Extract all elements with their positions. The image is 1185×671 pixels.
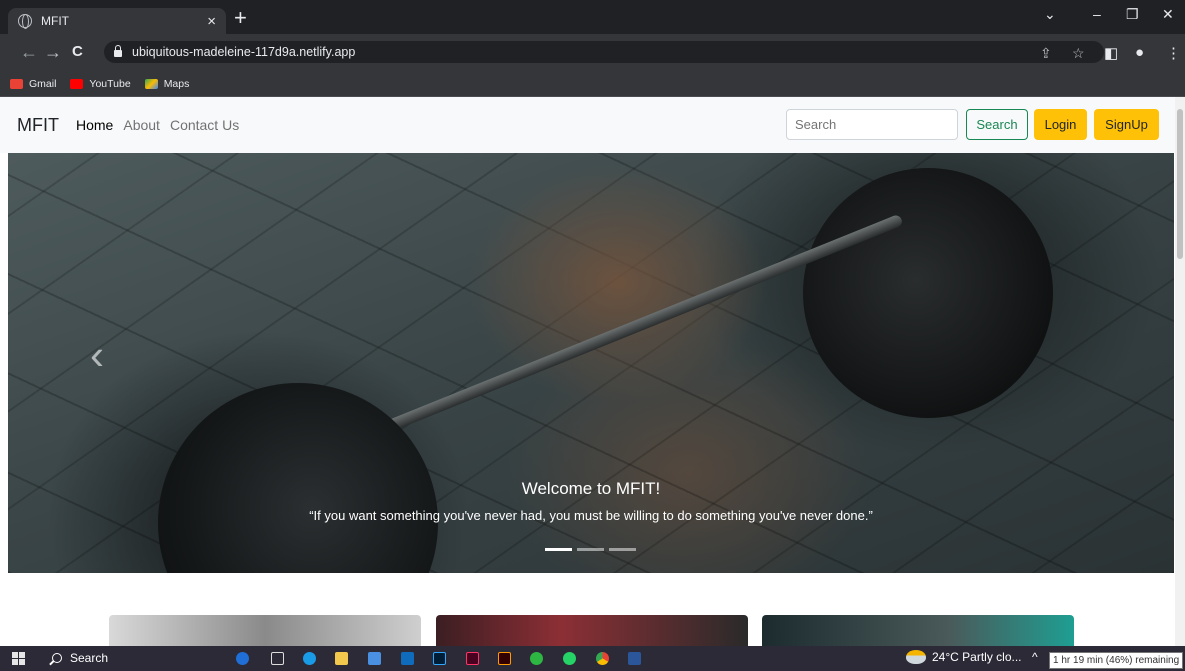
search-button[interactable]: Search	[966, 109, 1028, 140]
side-panel-icon[interactable]: ◧	[1104, 44, 1118, 62]
nav-link-contact[interactable]: Contact Us	[170, 117, 239, 133]
carousel-prev-button[interactable]: ‹	[90, 331, 104, 379]
profile-icon[interactable]: ●	[1135, 44, 1144, 61]
signup-button[interactable]: SignUp	[1094, 109, 1159, 140]
carousel-indicator[interactable]	[577, 548, 604, 551]
illustrator-icon[interactable]	[498, 652, 511, 665]
reload-button[interactable]: C	[72, 42, 83, 62]
site-navbar: MFIT Home About Contact Us Search Login …	[0, 97, 1175, 153]
taskbar-search-label: Search	[70, 651, 109, 665]
taskbar-search[interactable]: Search	[52, 651, 108, 665]
menu-icon[interactable]: ⋮	[1166, 44, 1181, 62]
chrome-icon[interactable]	[596, 652, 609, 665]
address-bar[interactable]: ubiquitous-madeleine-117d9a.netlify.app	[104, 41, 1104, 63]
lock-icon	[114, 44, 122, 57]
youtube-icon	[70, 79, 84, 89]
tab-close-button[interactable]: ×	[207, 13, 216, 30]
bookmark-youtube[interactable]: YouTube	[70, 78, 131, 90]
bookmark-gmail[interactable]: Gmail	[10, 78, 56, 90]
bing-icon[interactable]	[236, 652, 249, 665]
tab-search-icon[interactable]: ⌄	[1044, 6, 1056, 23]
bookmark-label: Gmail	[29, 78, 57, 90]
carousel-indicator[interactable]	[609, 548, 636, 551]
bookmark-maps[interactable]: Maps	[144, 78, 190, 90]
scrollbar-thumb[interactable]	[1177, 109, 1183, 259]
url-text: ubiquitous-madeleine-117d9a.netlify.app	[132, 45, 356, 59]
windows-taskbar: Search 24°C Partly clo... ^	[0, 646, 1185, 671]
weather-text: 24°C Partly clo...	[932, 650, 1022, 664]
mail-icon[interactable]	[401, 652, 414, 665]
maps-icon	[144, 79, 158, 89]
word-icon[interactable]	[628, 652, 641, 665]
bookmark-label: Maps	[163, 78, 190, 90]
card-row	[0, 615, 1175, 646]
edge-icon[interactable]	[303, 652, 316, 665]
bookmarks-bar: Gmail YouTube Maps	[0, 72, 1185, 97]
back-button[interactable]: ←	[20, 42, 38, 62]
web-page: MFIT Home About Contact Us Search Login …	[0, 97, 1175, 646]
card-image	[436, 615, 748, 646]
whatsapp-icon[interactable]	[563, 652, 576, 665]
new-tab-button[interactable]: +	[234, 7, 247, 29]
restore-button[interactable]: ❐	[1126, 6, 1139, 23]
card-image	[109, 615, 421, 646]
app-icon[interactable]	[530, 652, 543, 665]
athlete-figure	[408, 153, 828, 473]
search-icon	[52, 653, 62, 663]
minimize-button[interactable]: –	[1093, 6, 1101, 22]
carousel-indicator[interactable]	[545, 548, 572, 551]
card-image	[762, 615, 1074, 646]
bookmark-label: YouTube	[89, 78, 131, 90]
store-icon[interactable]	[368, 652, 381, 665]
task-view-icon[interactable]	[271, 652, 284, 665]
nav-link-about[interactable]: About	[123, 117, 160, 133]
browser-toolbar: ← → C ubiquitous-madeleine-117d9a.netlif…	[0, 34, 1185, 72]
gmail-icon	[10, 79, 23, 89]
search-input[interactable]	[786, 109, 958, 140]
barbell-plate-right	[803, 168, 1053, 418]
brand-logo[interactable]: MFIT	[17, 115, 59, 136]
login-button[interactable]: Login	[1034, 109, 1087, 140]
carousel-caption-text: “If you want something you've never had,…	[309, 508, 873, 523]
browser-tab-strip: MFIT × + ⌄ – ❐ ✕	[0, 0, 1185, 34]
carousel-indicators	[545, 548, 636, 551]
close-window-button[interactable]: ✕	[1162, 6, 1174, 23]
nav-links: Home About Contact Us	[76, 117, 239, 133]
carousel-caption-title: Welcome to MFIT!	[521, 479, 661, 498]
browser-tab[interactable]: MFIT ×	[8, 8, 226, 34]
file-explorer-icon[interactable]	[335, 652, 348, 665]
share-icon[interactable]: ⇪	[1040, 45, 1052, 62]
tray-expand-icon[interactable]: ^	[1032, 650, 1038, 664]
tab-title: MFIT	[41, 14, 69, 28]
photoshop-icon[interactable]	[433, 652, 446, 665]
nav-link-home[interactable]: Home	[76, 117, 113, 133]
hero-carousel: ‹ Welcome to MFIT! “If you want somethin…	[8, 153, 1174, 573]
forward-button[interactable]: →	[44, 42, 62, 62]
weather-widget[interactable]: 24°C Partly clo...	[906, 650, 1022, 664]
windows-start-icon[interactable]	[12, 652, 25, 665]
partly-cloudy-icon	[906, 650, 926, 664]
page-scrollbar[interactable]	[1175, 97, 1185, 646]
indesign-icon[interactable]	[466, 652, 479, 665]
battery-tooltip: 1 hr 19 min (46%) remaining	[1049, 652, 1184, 669]
globe-icon	[18, 14, 32, 29]
bookmark-star-icon[interactable]: ☆	[1072, 45, 1085, 62]
